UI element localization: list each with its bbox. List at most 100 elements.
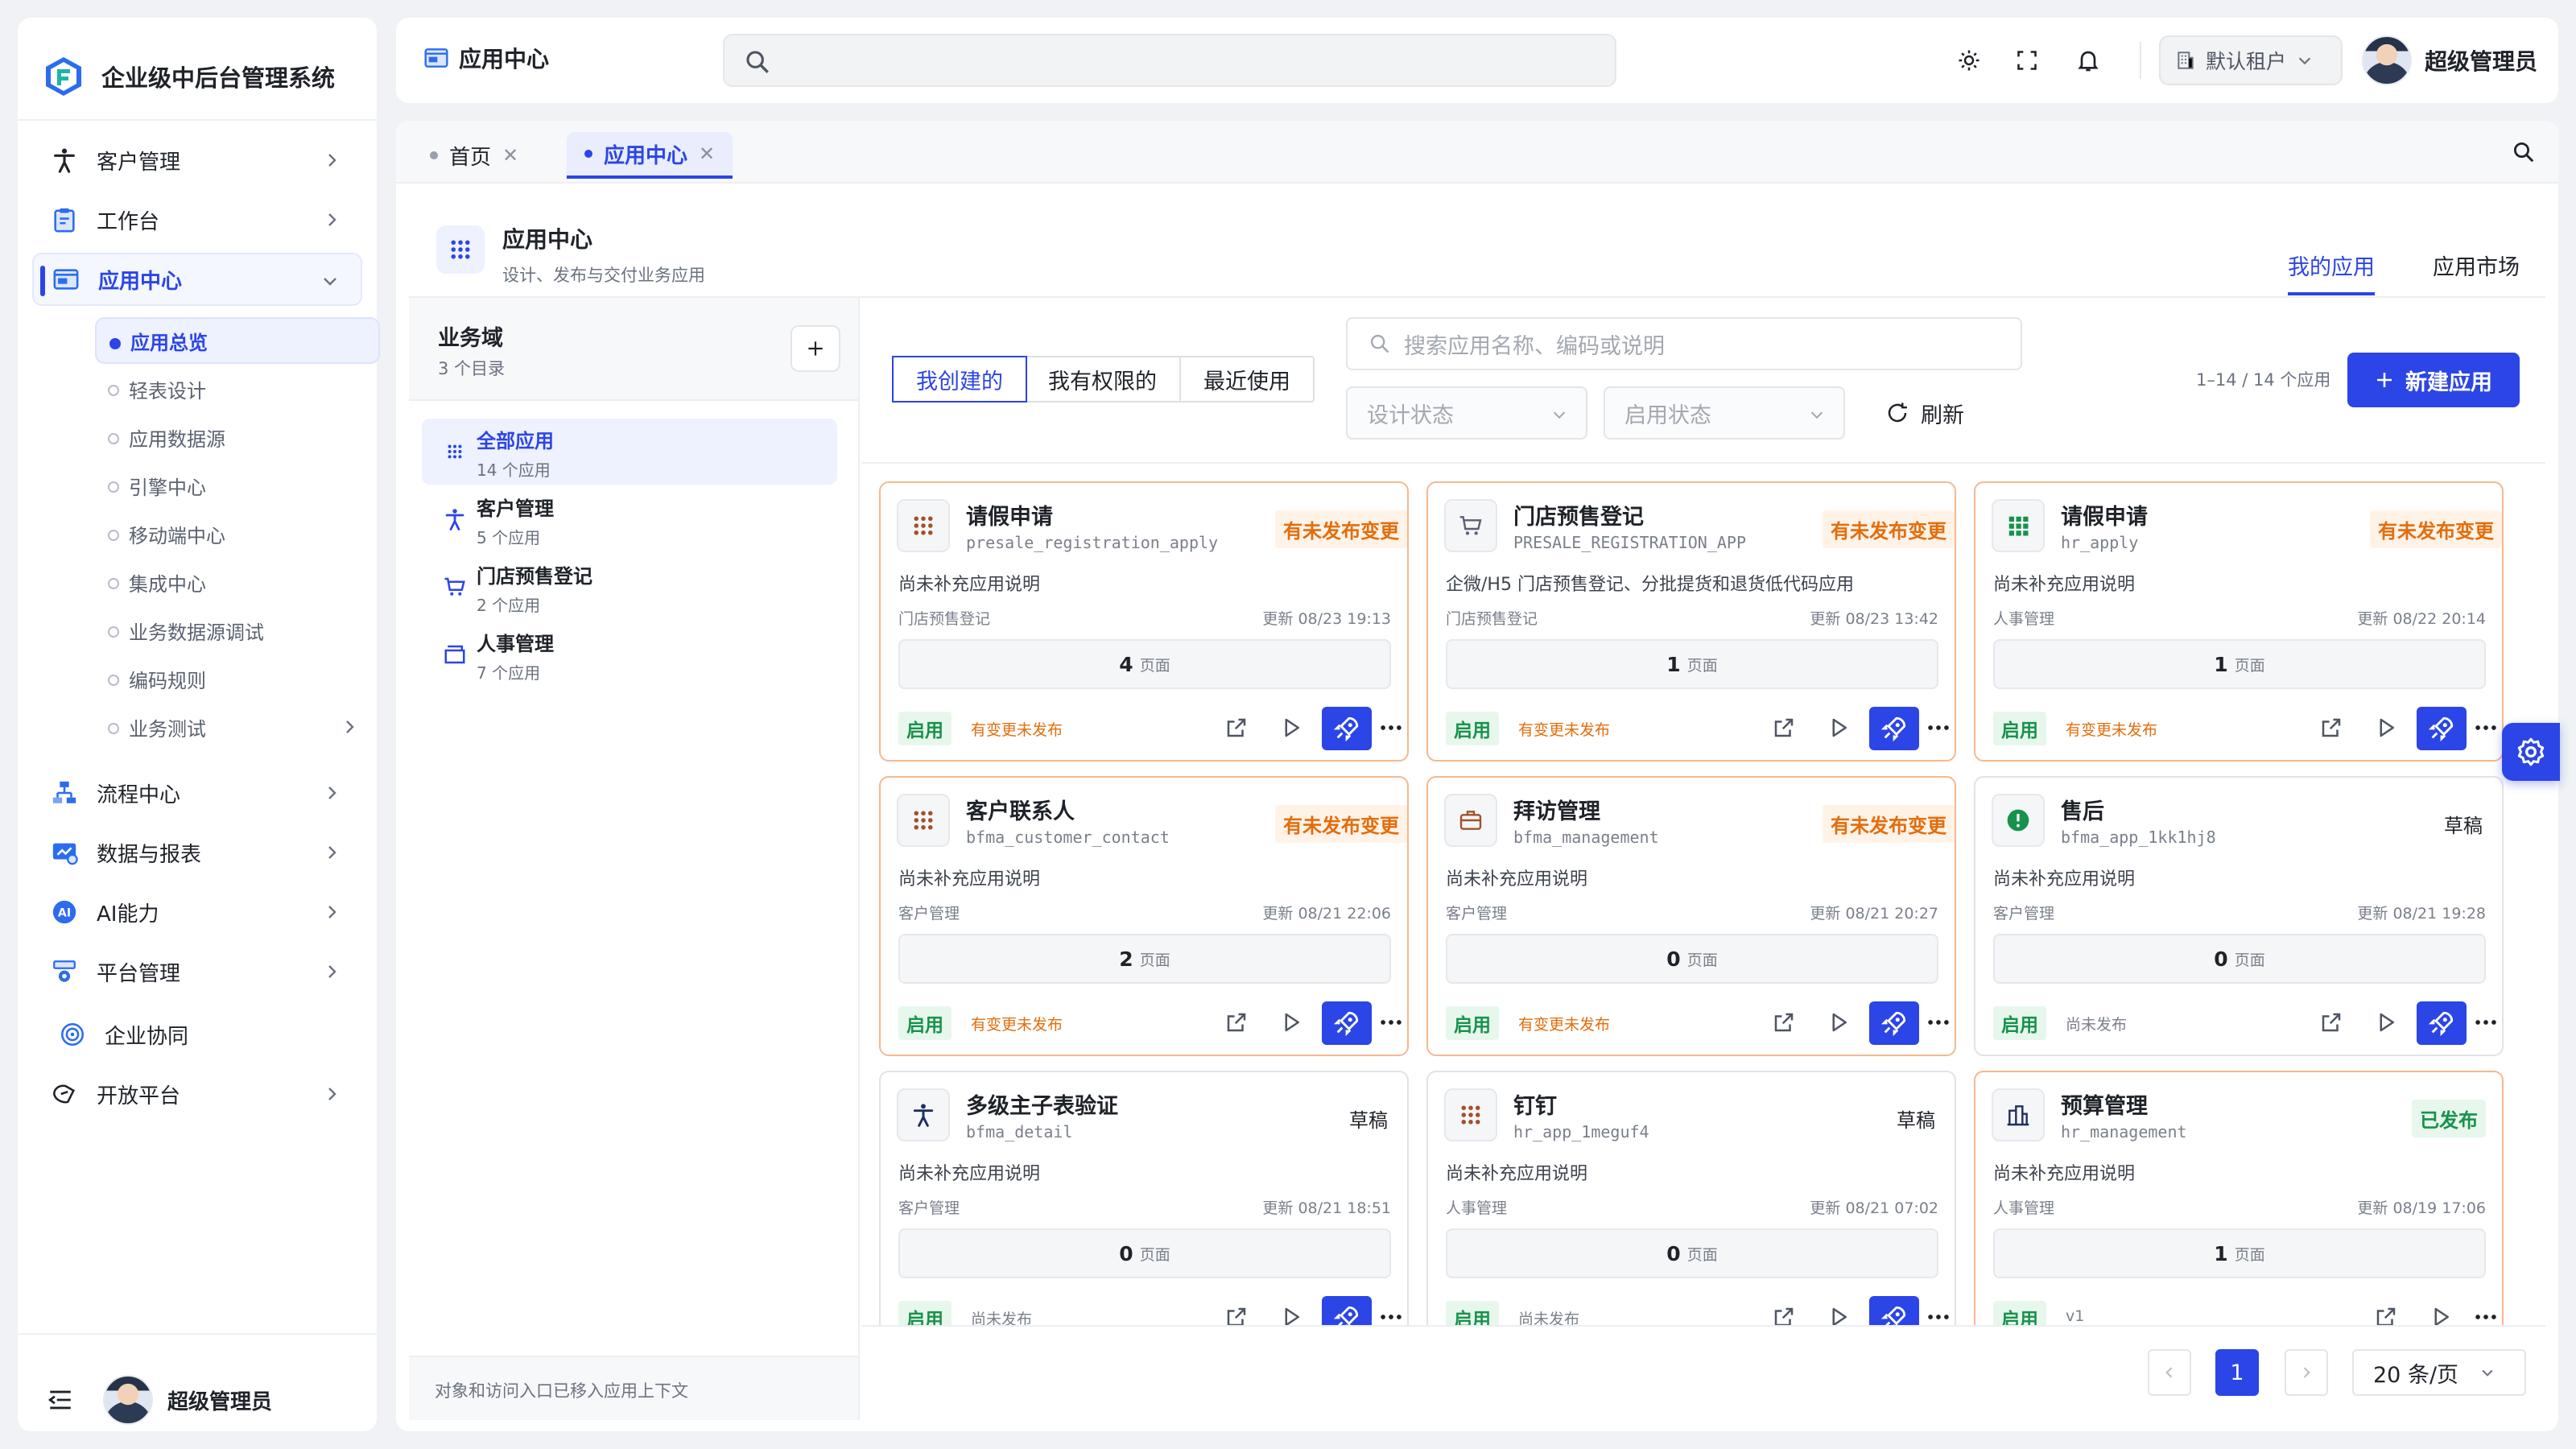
page-count-button[interactable]: 4 页面 — [898, 639, 1391, 689]
page-count-button[interactable]: 2 页面 — [898, 934, 1391, 984]
tab-my-apps[interactable]: 我的应用 — [2288, 250, 2375, 295]
design-status-select[interactable]: 设计状态 — [1346, 386, 1587, 440]
app-search-input[interactable]: 搜索应用名称、编码或说明 — [1346, 317, 2022, 370]
sidebar-item-platform[interactable]: 平台管理 — [32, 945, 362, 998]
domain-item-presale[interactable]: 门店预售登记 2 个应用 — [422, 554, 837, 620]
filter-recent[interactable]: 最近使用 — [1181, 357, 1313, 401]
tenant-select[interactable]: 默认租户 — [2159, 35, 2343, 85]
tab-home[interactable]: 首页 ✕ — [412, 132, 536, 179]
page-size-select[interactable]: 20 条/页 — [2352, 1349, 2526, 1396]
play-icon[interactable] — [1275, 712, 1307, 744]
more-icon[interactable] — [1922, 1301, 1955, 1325]
refresh-button[interactable]: 刷新 — [1885, 386, 1964, 440]
prev-page-button[interactable] — [2148, 1349, 2191, 1396]
page-count-button[interactable]: 1 页面 — [1993, 1228, 2486, 1278]
app-card[interactable]: 请假申请 hr_apply 有未发布变更 尚未补充应用说明 人事管理 更新 08/22 2… — [1974, 481, 2504, 762]
bell-icon[interactable] — [2072, 44, 2104, 76]
rocket-publish-icon[interactable] — [1322, 1296, 1372, 1325]
app-card[interactable]: 拜访管理 bfma_management 有未发布变更 尚未补充应用说明 客户管理 更新 … — [1426, 776, 1956, 1056]
page-count-button[interactable]: 0 页面 — [898, 1228, 1391, 1278]
enable-status-select[interactable]: 启用状态 — [1604, 386, 1845, 440]
more-icon[interactable] — [1922, 1006, 1955, 1038]
header-user-menu[interactable]: 超级管理员 — [2362, 35, 2537, 85]
search-icon[interactable] — [2512, 140, 2536, 164]
rocket-publish-icon[interactable] — [1869, 1296, 1919, 1325]
fullscreen-icon[interactable] — [2011, 44, 2043, 76]
theme-toggle-sun-icon[interactable] — [1953, 44, 1985, 76]
global-search-input[interactable] — [723, 34, 1616, 87]
filter-has-permission[interactable]: 我有权限的 — [1026, 357, 1181, 401]
avatar[interactable] — [103, 1375, 153, 1425]
page-number-current[interactable]: 1 — [2215, 1349, 2259, 1396]
more-icon[interactable] — [1375, 1006, 1407, 1038]
sidebar-item-flow[interactable]: 流程中心 — [32, 766, 362, 819]
domain-item-customer[interactable]: 客户管理 5 个应用 — [422, 486, 837, 552]
app-card[interactable]: 客户联系人 bfma_customer_contact 有未发布变更 尚未补充应用说明… — [879, 776, 1409, 1056]
sidebar-item-collab[interactable]: 企业协同 — [32, 1008, 362, 1061]
external-link-icon[interactable] — [1220, 1006, 1253, 1038]
more-icon[interactable] — [1922, 712, 1955, 744]
play-icon[interactable] — [1823, 712, 1855, 744]
tab-app-market[interactable]: 应用市场 — [2433, 250, 2520, 295]
more-icon[interactable] — [2470, 712, 2502, 744]
play-icon[interactable] — [2370, 1006, 2402, 1038]
rocket-publish-icon[interactable] — [2417, 707, 2467, 750]
rocket-publish-icon[interactable] — [2417, 1001, 2467, 1045]
app-card[interactable]: 门店预售登记 PRESALE_REGISTRATION_APP 有未发布变更 企微/H… — [1426, 481, 1956, 762]
settings-gear-button[interactable] — [2502, 723, 2560, 781]
app-card[interactable]: 钉钉 hr_app_1meguf4 草稿 尚未补充应用说明 人事管理 更新 08/21 0… — [1426, 1071, 1956, 1325]
external-link-icon[interactable] — [2315, 712, 2347, 744]
sub-item-mobile[interactable]: 移动端中心 — [95, 510, 380, 557]
close-icon[interactable]: ✕ — [699, 142, 715, 165]
rocket-publish-icon[interactable] — [1322, 1001, 1372, 1045]
sub-item-app-overview[interactable]: 应用总览 — [95, 317, 380, 364]
page-count-button[interactable]: 1 页面 — [1446, 639, 1938, 689]
more-icon[interactable] — [1375, 712, 1407, 744]
play-icon[interactable] — [1275, 1301, 1307, 1325]
collapse-menu-icon[interactable] — [47, 1386, 74, 1414]
next-page-button[interactable] — [2285, 1349, 2328, 1396]
more-icon[interactable] — [2470, 1301, 2502, 1325]
external-link-icon[interactable] — [2315, 1006, 2347, 1038]
play-icon[interactable] — [1823, 1301, 1855, 1325]
close-icon[interactable]: ✕ — [502, 144, 518, 167]
sub-item-datasource-debug[interactable]: 业务数据源调试 — [95, 607, 380, 654]
sidebar-item-customer[interactable]: 客户管理 — [32, 134, 362, 187]
page-count-button[interactable]: 0 页面 — [1446, 1228, 1938, 1278]
sub-item-code-rules[interactable]: 编码规则 — [95, 655, 380, 702]
new-app-button[interactable]: 新建应用 — [2347, 353, 2520, 407]
external-link-icon[interactable] — [1768, 1006, 1800, 1038]
external-link-icon[interactable] — [1768, 1301, 1800, 1325]
external-link-icon[interactable] — [1220, 712, 1253, 744]
sub-item-engine[interactable]: 引擎中心 — [95, 462, 380, 509]
sub-item-integration[interactable]: 集成中心 — [95, 559, 380, 605]
more-icon[interactable] — [2470, 1006, 2502, 1038]
filter-created-by-me[interactable]: 我创建的 — [892, 356, 1027, 402]
external-link-icon[interactable] — [1768, 712, 1800, 744]
play-icon[interactable] — [2425, 1301, 2457, 1325]
app-card[interactable]: 预算管理 hr_management 已发布 尚未补充应用说明 人事管理 更新 08/19… — [1974, 1071, 2504, 1325]
play-icon[interactable] — [2370, 712, 2402, 744]
sidebar-item-app-center[interactable]: 应用中心 — [32, 253, 362, 306]
domain-item-all[interactable]: 全部应用 14 个应用 — [422, 419, 837, 485]
sub-item-business-test[interactable]: 业务测试 — [95, 704, 380, 750]
sub-item-light-table[interactable]: 轻表设计 — [95, 365, 380, 412]
app-card[interactable]: 售后 bfma_app_1kk1hj8 草稿 尚未补充应用说明 客户管理 更新 08/21… — [1974, 776, 2504, 1056]
play-icon[interactable] — [1275, 1006, 1307, 1038]
add-domain-button[interactable] — [791, 325, 840, 372]
external-link-icon[interactable] — [2370, 1301, 2402, 1325]
sidebar-item-reports[interactable]: 数据与报表 — [32, 826, 362, 879]
app-card[interactable]: 多级主子表验证 bfma_detail 草稿 尚未补充应用说明 客户管理 更新 08/21… — [879, 1071, 1409, 1325]
sub-item-datasource[interactable]: 应用数据源 — [95, 414, 380, 460]
play-icon[interactable] — [1823, 1006, 1855, 1038]
page-count-button[interactable]: 0 页面 — [1446, 934, 1938, 984]
more-icon[interactable] — [1375, 1301, 1407, 1325]
sidebar-item-ai[interactable]: AI AI能力 — [32, 886, 362, 939]
rocket-publish-icon[interactable] — [1869, 707, 1919, 750]
rocket-publish-icon[interactable] — [1869, 1001, 1919, 1045]
page-count-button[interactable]: 0 页面 — [1993, 934, 2486, 984]
sidebar-item-workbench[interactable]: 工作台 — [32, 193, 362, 246]
domain-item-hr[interactable]: 人事管理 7 个应用 — [422, 621, 837, 687]
tab-app-center[interactable]: 应用中心 ✕ — [567, 132, 733, 179]
app-card[interactable]: 请假申请 presale_registration_apply 有未发布变更 尚未补充… — [879, 481, 1409, 762]
